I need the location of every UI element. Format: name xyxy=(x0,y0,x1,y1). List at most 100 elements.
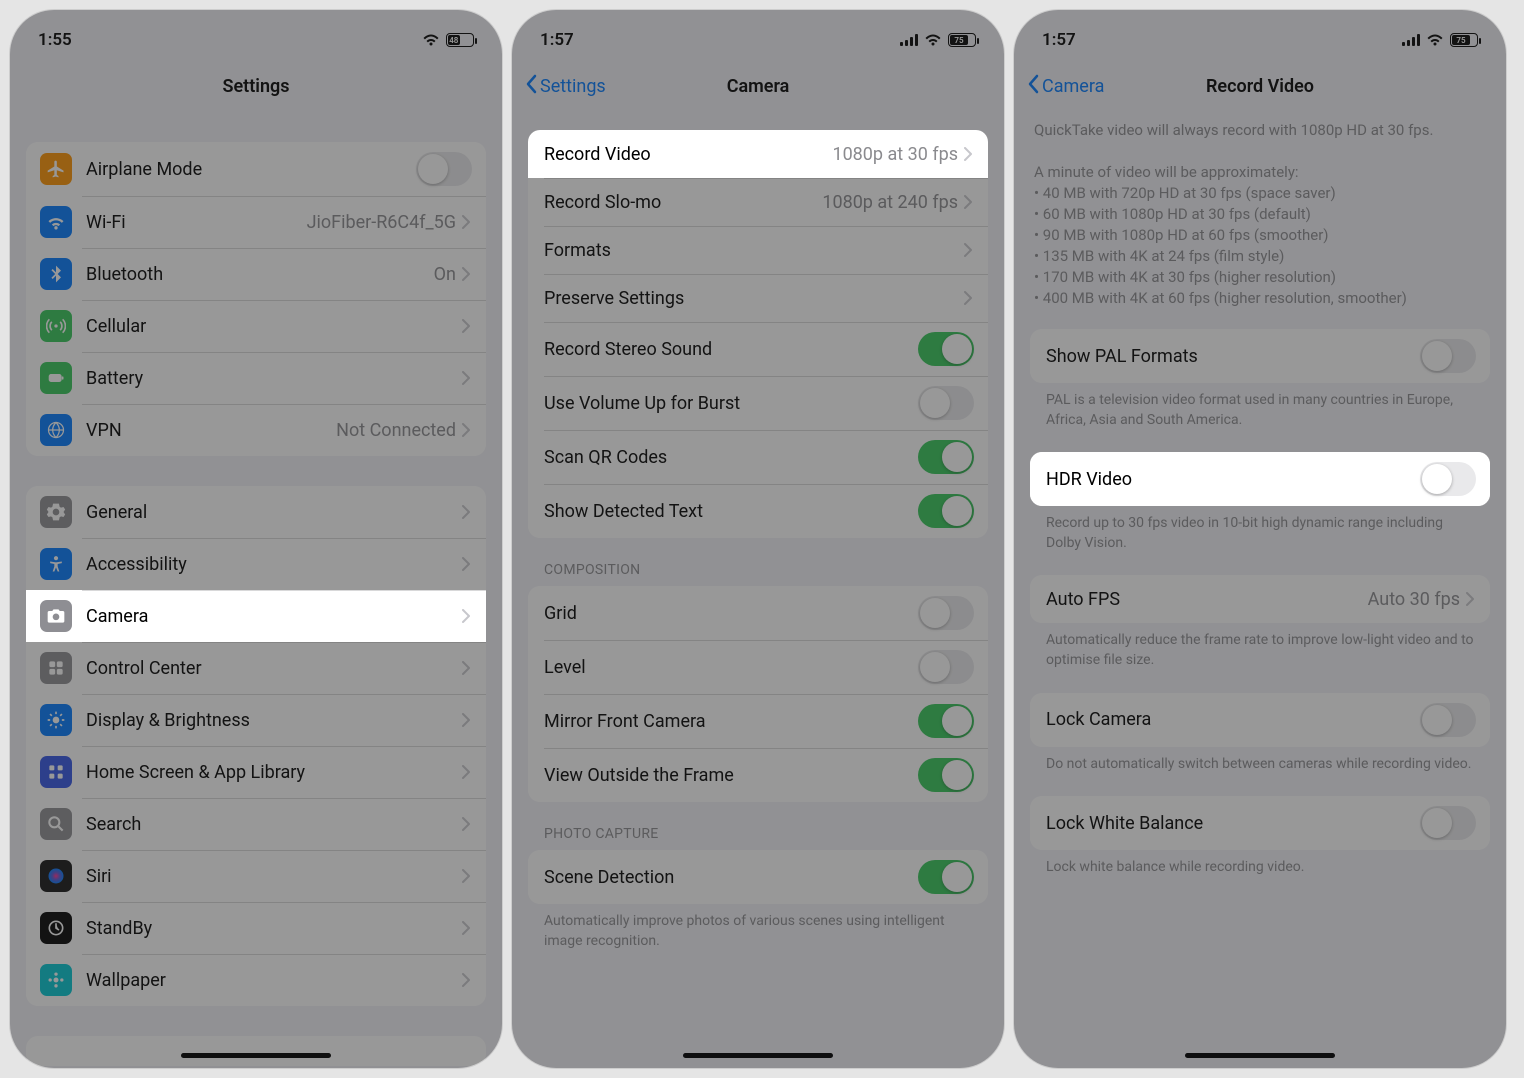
toggle[interactable] xyxy=(918,332,974,366)
toggle-hdr[interactable] xyxy=(1420,462,1476,496)
row-label: Home Screen & App Library xyxy=(86,762,462,783)
row-show-detected-text[interactable]: Show Detected Text xyxy=(528,484,988,538)
chevron-right-icon xyxy=(964,290,974,306)
row-label: Siri xyxy=(86,866,462,887)
toggle[interactable] xyxy=(918,440,974,474)
row-vpn[interactable]: VPNNot Connected xyxy=(26,404,486,456)
row-accessibility[interactable]: Accessibility xyxy=(26,538,486,590)
info-bullet: • 135 MB with 4K at 24 fps (film style) xyxy=(1034,246,1486,267)
row-lock-camera[interactable]: Lock Camera xyxy=(1030,693,1490,747)
row-camera[interactable]: Camera xyxy=(26,590,486,642)
row-home-screen-app-library[interactable]: Home Screen & App Library xyxy=(26,746,486,798)
row-record-stereo-sound[interactable]: Record Stereo Sound xyxy=(528,322,988,376)
toggle[interactable] xyxy=(918,386,974,420)
row-lock-white-balance[interactable]: Lock White Balance xyxy=(1030,796,1490,850)
home-indicator[interactable] xyxy=(1185,1053,1335,1058)
row-show-pal-formats[interactable]: Show PAL Formats xyxy=(1030,329,1490,383)
chevron-right-icon xyxy=(462,422,472,438)
toggle-lockcam[interactable] xyxy=(1420,703,1476,737)
info-bullet: • 170 MB with 4K at 30 fps (higher resol… xyxy=(1034,267,1486,288)
wifi-icon xyxy=(1426,33,1444,47)
row-label: Level xyxy=(544,657,918,678)
info-quicktake: QuickTake video will always record with … xyxy=(1030,112,1490,317)
nav-bar: Camera Record Video xyxy=(1014,60,1506,112)
row-label: Battery xyxy=(86,368,462,389)
row-preserve-settings[interactable]: Preserve Settings xyxy=(528,274,988,322)
chevron-right-icon xyxy=(462,214,472,230)
toggle[interactable] xyxy=(416,152,472,186)
wifi-icon xyxy=(924,33,942,47)
back-button[interactable]: Settings xyxy=(524,74,606,99)
status-time: 1:57 xyxy=(540,30,574,50)
row-formats[interactable]: Formats xyxy=(528,226,988,274)
row-label: View Outside the Frame xyxy=(544,765,918,786)
row-label: Wi-Fi xyxy=(86,212,307,233)
row-auto-fps[interactable]: Auto FPS Auto 30 fps xyxy=(1030,575,1490,623)
row-label: Lock White Balance xyxy=(1046,813,1420,834)
group-autofps: Auto FPS Auto 30 fps xyxy=(1030,575,1490,623)
phone-settings: 1:55 48 Settings Airplane ModeWi-FiJioFi… xyxy=(10,10,502,1068)
row-label: Preserve Settings xyxy=(544,288,964,309)
row-scene-detection[interactable]: Scene Detection xyxy=(528,850,988,904)
row-bluetooth[interactable]: BluetoothOn xyxy=(26,248,486,300)
accessibility-icon xyxy=(40,548,72,580)
toggle[interactable] xyxy=(918,494,974,528)
row-standby[interactable]: StandBy xyxy=(26,902,486,954)
row-cellular[interactable]: Cellular xyxy=(26,300,486,352)
status-bar: 1:57 75 xyxy=(1014,10,1506,60)
row-view-outside-the-frame[interactable]: View Outside the Frame xyxy=(528,748,988,802)
wifi-icon xyxy=(40,206,72,238)
row-scan-qr-codes[interactable]: Scan QR Codes xyxy=(528,430,988,484)
toggle[interactable] xyxy=(918,596,974,630)
airplane-icon xyxy=(40,153,72,185)
toggle[interactable] xyxy=(918,758,974,792)
vpn-icon xyxy=(40,414,72,446)
toggle[interactable] xyxy=(918,650,974,684)
row-label: Mirror Front Camera xyxy=(544,711,918,732)
chevron-right-icon xyxy=(462,920,472,936)
row-general[interactable]: General xyxy=(26,486,486,538)
row-wallpaper[interactable]: Wallpaper xyxy=(26,954,486,1006)
chevron-right-icon xyxy=(462,660,472,676)
toggle[interactable] xyxy=(918,704,974,738)
toggle-lockwb[interactable] xyxy=(1420,806,1476,840)
row-search[interactable]: Search xyxy=(26,798,486,850)
row-label: Cellular xyxy=(86,316,462,337)
chevron-left-icon xyxy=(524,74,538,99)
row-display-brightness[interactable]: Display & Brightness xyxy=(26,694,486,746)
row-record-video[interactable]: Record Video1080p at 30 fps xyxy=(528,130,988,178)
toggle[interactable] xyxy=(918,860,974,894)
row-siri[interactable]: Siri xyxy=(26,850,486,902)
info-bullet: • 90 MB with 1080p HD at 60 fps (smoothe… xyxy=(1034,225,1486,246)
chevron-right-icon xyxy=(462,712,472,728)
row-label: Record Video xyxy=(544,144,832,165)
footer-pal: PAL is a television video format used in… xyxy=(1030,383,1490,430)
home-indicator[interactable] xyxy=(181,1053,331,1058)
row-battery[interactable]: Battery xyxy=(26,352,486,404)
footer-lockwb: Lock white balance while recording video… xyxy=(1030,850,1490,878)
toggle-pal[interactable] xyxy=(1420,339,1476,373)
chevron-right-icon xyxy=(1466,591,1476,607)
row-label: Camera xyxy=(86,606,462,627)
row-use-volume-up-for-burst[interactable]: Use Volume Up for Burst xyxy=(528,376,988,430)
chevron-right-icon xyxy=(462,868,472,884)
row-record-slo-mo[interactable]: Record Slo-mo1080p at 240 fps xyxy=(528,178,988,226)
back-button[interactable]: Camera xyxy=(1026,74,1104,99)
home-indicator[interactable] xyxy=(683,1053,833,1058)
row-hdr-video[interactable]: HDR Video xyxy=(1030,452,1490,506)
row-mirror-front-camera[interactable]: Mirror Front Camera xyxy=(528,694,988,748)
settings-group-connectivity: Airplane ModeWi-FiJioFiber-R6C4f_5GBluet… xyxy=(26,142,486,456)
row-grid[interactable]: Grid xyxy=(528,586,988,640)
row-label: Bluetooth xyxy=(86,264,434,285)
row-control-center[interactable]: Control Center xyxy=(26,642,486,694)
chevron-right-icon xyxy=(462,266,472,282)
chevron-right-icon xyxy=(462,972,472,988)
row-level[interactable]: Level xyxy=(528,640,988,694)
back-label: Camera xyxy=(1042,76,1104,97)
chevron-right-icon xyxy=(964,194,974,210)
bluetooth-icon xyxy=(40,258,72,290)
row-wi-fi[interactable]: Wi-FiJioFiber-R6C4f_5G xyxy=(26,196,486,248)
row-label: Record Slo-mo xyxy=(544,192,822,213)
row-airplane-mode[interactable]: Airplane Mode xyxy=(26,142,486,196)
row-value: 1080p at 30 fps xyxy=(832,144,958,165)
